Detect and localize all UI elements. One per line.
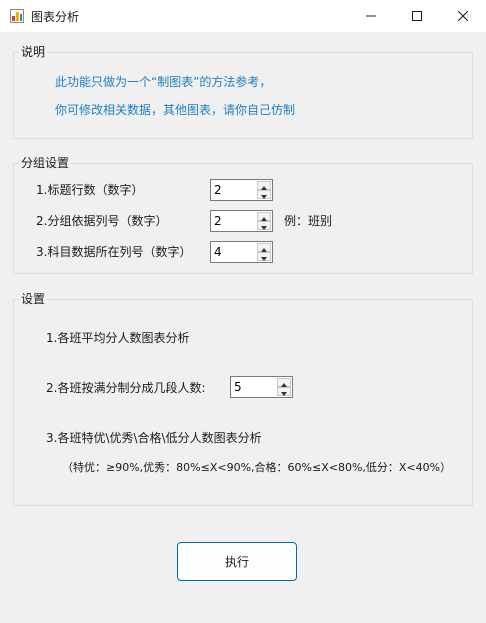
maximize-icon — [412, 11, 422, 21]
header-rows-label: 1.标题行数（数字） — [36, 183, 144, 197]
header-rows-down-button[interactable] — [257, 190, 271, 199]
maximize-button[interactable] — [394, 0, 440, 32]
grade-criteria-text: （特优：≥90%,优秀：80%≤X<90%,合格：60%≤X<80%,低分：X<… — [62, 461, 452, 474]
subject-column-down-button[interactable] — [257, 252, 271, 261]
chart-app-icon — [10, 9, 24, 23]
segment-count-stepper[interactable] — [230, 376, 293, 398]
group-column-example: 例：班别 — [284, 214, 333, 228]
spin-down-icon — [261, 250, 267, 264]
segment-count-label: 2.各班按满分制分成几段人数: — [46, 381, 206, 395]
group-column-down-button[interactable] — [257, 221, 271, 230]
spin-down-icon — [261, 188, 267, 202]
group-column-stepper[interactable] — [210, 210, 273, 232]
minimize-icon — [366, 11, 376, 21]
settings-legend: 设置 — [19, 291, 48, 307]
spin-down-icon — [261, 219, 267, 233]
group-settings-legend: 分组设置 — [19, 155, 72, 171]
average-chart-option[interactable]: 1.各班平均分人数图表分析 — [46, 329, 189, 346]
description-line-2: 你可修改相关数据，其他图表，请你自己仿制 — [55, 103, 296, 117]
segment-count-input[interactable] — [234, 380, 274, 394]
execute-button-label: 执行 — [224, 555, 249, 569]
group-column-label: 2.分组依据列号（数字） — [36, 214, 168, 228]
description-group: 说明 此功能只做为一个“制图表”的方法参考， 你可修改相关数据，其他图表，请你自… — [13, 44, 473, 139]
settings-group: 设置 1.各班平均分人数图表分析 2.各班按满分制分成几段人数: 3.各班特优\… — [13, 291, 473, 506]
minimize-button[interactable] — [348, 0, 394, 32]
grade-chart-option[interactable]: 3.各班特优\优秀\合格\低分人数图表分析 — [46, 429, 262, 446]
subject-column-input[interactable] — [214, 245, 254, 259]
group-column-input[interactable] — [214, 214, 254, 228]
subject-column-stepper[interactable] — [210, 241, 273, 263]
description-legend: 说明 — [19, 44, 48, 60]
title-bar: 图表分析 — [0, 0, 486, 32]
subject-column-label: 3.科目数据所在列号（数字） — [36, 245, 192, 259]
close-button[interactable] — [440, 0, 486, 32]
group-settings-group: 分组设置 1.标题行数（数字） 2.分组依据列号（数字） 例：班别 3.科目数据… — [13, 155, 473, 274]
description-line-1: 此功能只做为一个“制图表”的方法参考， — [55, 75, 272, 89]
segment-count-down-button[interactable] — [277, 387, 291, 396]
header-rows-stepper[interactable] — [210, 179, 273, 201]
execute-button[interactable]: 执行 — [177, 542, 297, 581]
header-rows-input[interactable] — [214, 183, 254, 197]
close-icon — [458, 11, 468, 21]
spin-down-icon — [281, 385, 287, 399]
window-title: 图表分析 — [31, 10, 80, 24]
